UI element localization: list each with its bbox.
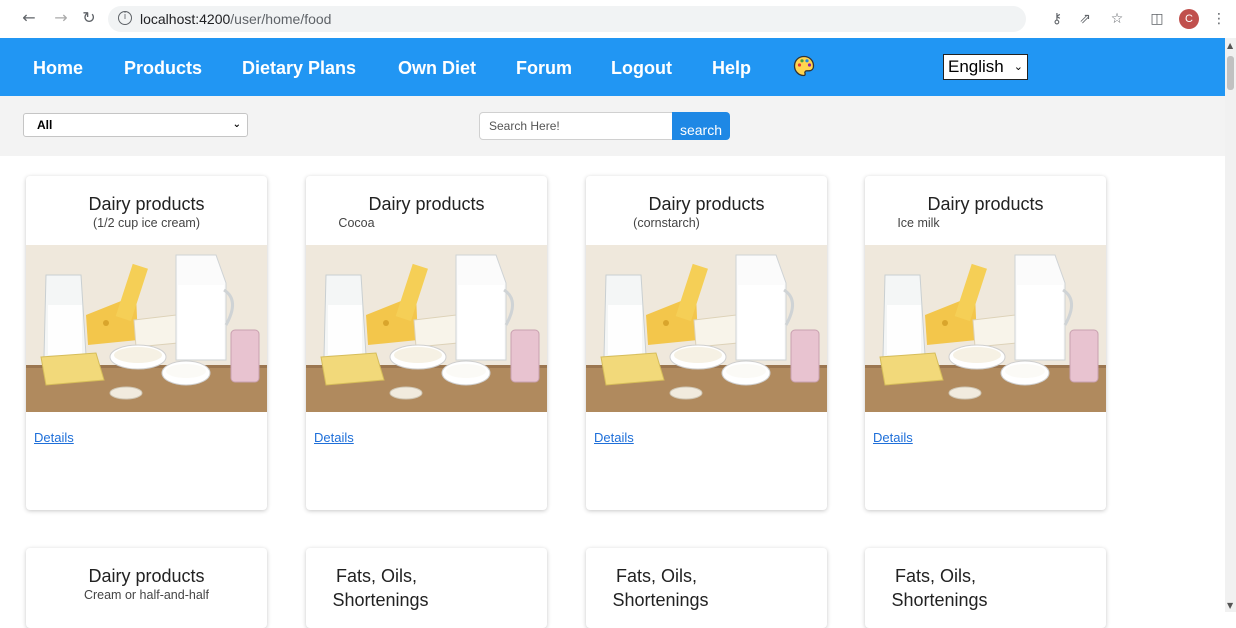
search-input[interactable]: Search Here! bbox=[479, 112, 673, 140]
page-scrollbar[interactable]: ▲ ▼ bbox=[1225, 38, 1236, 612]
nav-help[interactable]: Help bbox=[712, 58, 751, 79]
dairy-products-image bbox=[865, 245, 1106, 412]
details-link[interactable]: Details bbox=[873, 430, 913, 445]
details-link[interactable]: Details bbox=[594, 430, 634, 445]
chevron-down-icon: ⌄ bbox=[1013, 60, 1023, 73]
dairy-products-image bbox=[306, 245, 547, 412]
address-bar[interactable]: i localhost:4200/user/home/food bbox=[108, 6, 1026, 32]
back-arrow-icon[interactable]: ← bbox=[20, 9, 38, 27]
food-card: Fats, Oils, Shortenings bbox=[865, 548, 1106, 628]
card-subtitle: (cornstarch) bbox=[633, 216, 700, 230]
scroll-down-icon[interactable]: ▼ bbox=[1227, 601, 1233, 610]
food-card: Dairy products (1/2 cup ice cream) Detai… bbox=[26, 176, 267, 510]
details-link[interactable]: Details bbox=[314, 430, 354, 445]
food-card: Fats, Oils, Shortenings bbox=[586, 548, 827, 628]
scroll-up-icon[interactable]: ▲ bbox=[1227, 41, 1233, 50]
site-info-icon[interactable]: i bbox=[118, 11, 132, 25]
bookmark-star-icon[interactable]: ☆ bbox=[1108, 10, 1126, 28]
card-title: Fats, Oils, bbox=[894, 566, 976, 586]
chevron-down-icon: ⌄ bbox=[232, 119, 241, 130]
card-title: Fats, Oils, bbox=[615, 566, 697, 586]
card-title-line2: Shortenings bbox=[612, 590, 709, 610]
card-title-line2: Shortenings bbox=[332, 590, 429, 610]
side-panel-icon[interactable]: ◫ bbox=[1148, 10, 1166, 28]
dairy-products-image bbox=[26, 245, 267, 412]
filter-bar: All ⌄ Search Here! search bbox=[0, 96, 1225, 156]
food-card: Dairy products Cream or half-and-half bbox=[26, 548, 267, 628]
language-select[interactable]: English ⌄ bbox=[943, 54, 1028, 80]
card-subtitle: Cocoa bbox=[338, 216, 375, 230]
card-title: Dairy products bbox=[648, 194, 765, 214]
nav-dietary-plans[interactable]: Dietary Plans bbox=[242, 58, 356, 79]
reload-icon[interactable]: ↻ bbox=[80, 9, 98, 27]
card-subtitle: Ice milk bbox=[897, 216, 940, 230]
food-card: Dairy products Cocoa Details bbox=[306, 176, 547, 510]
card-title: Fats, Oils, bbox=[335, 566, 417, 586]
nav-home[interactable]: Home bbox=[33, 58, 83, 79]
food-card: Fats, Oils, Shortenings bbox=[306, 548, 547, 628]
details-link[interactable]: Details bbox=[34, 430, 74, 445]
dairy-products-image bbox=[586, 245, 827, 412]
share-icon[interactable]: ⇗ bbox=[1076, 10, 1094, 28]
key-icon[interactable]: ⚷ bbox=[1048, 10, 1066, 28]
card-subtitle: Cream or half-and-half bbox=[83, 588, 210, 602]
category-select[interactable]: All ⌄ bbox=[23, 113, 248, 137]
nav-logout[interactable]: Logout bbox=[611, 58, 672, 79]
card-title: Dairy products bbox=[88, 566, 205, 586]
browser-toolbar: ← → ↻ i localhost:4200/user/home/food ⚷ … bbox=[0, 0, 1236, 39]
scrollbar-thumb[interactable] bbox=[1227, 56, 1234, 90]
food-card: Dairy products Ice milk Details bbox=[865, 176, 1106, 510]
url-text: localhost:4200/user/home/food bbox=[140, 11, 332, 27]
card-title: Dairy products bbox=[927, 194, 1044, 214]
card-title: Dairy products bbox=[368, 194, 485, 214]
nav-own-diet[interactable]: Own Diet bbox=[398, 58, 476, 79]
menu-kebab-icon[interactable]: ⋮ bbox=[1210, 10, 1228, 28]
card-title: Dairy products bbox=[88, 194, 205, 214]
top-navbar: Home Products Dietary Plans Own Diet For… bbox=[0, 38, 1225, 96]
nav-products[interactable]: Products bbox=[124, 58, 202, 79]
forward-arrow-icon[interactable]: → bbox=[52, 9, 70, 27]
search-button[interactable]: search bbox=[672, 112, 730, 140]
food-card: Dairy products (cornstarch) Details bbox=[586, 176, 827, 510]
card-subtitle: (1/2 cup ice cream) bbox=[93, 216, 200, 230]
nav-forum[interactable]: Forum bbox=[516, 58, 572, 79]
profile-avatar[interactable]: C bbox=[1179, 9, 1199, 29]
card-title-line2: Shortenings bbox=[891, 590, 988, 610]
palette-icon[interactable] bbox=[793, 55, 815, 77]
